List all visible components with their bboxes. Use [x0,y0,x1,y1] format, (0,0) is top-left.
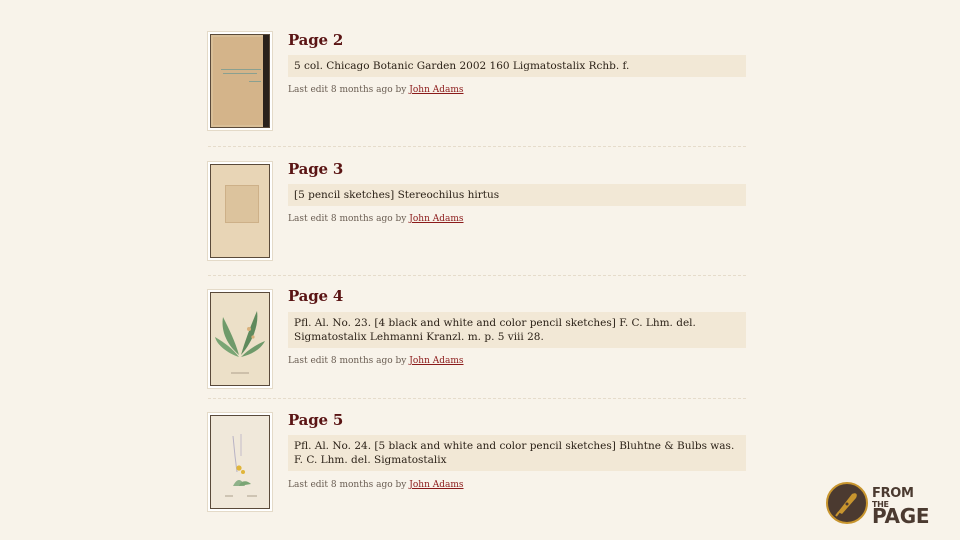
page-thumbnail[interactable] [208,290,272,388]
from-the-page-logo[interactable]: FROM THE PAGE [826,480,946,528]
page-thumbnail[interactable] [208,32,272,130]
logo-text-page: PAGE [872,504,930,528]
page-meta: Last edit 8 months ago by John Adams [288,356,464,366]
page-title[interactable]: Page 4 [288,287,343,305]
author-link[interactable]: John Adams [409,214,463,224]
page-title[interactable]: Page 2 [288,31,343,49]
page-description: Pfl. Al. No. 24. [5 black and white and … [288,435,746,471]
divider [208,275,746,276]
page-thumbnail[interactable] [208,413,272,511]
page-description: Pfl. Al. No. 23. [4 black and white and … [288,312,746,348]
page-description: [5 pencil sketches] Stereochilus hirtus [288,184,746,206]
last-edit-text: Last edit 8 months ago by [288,85,407,95]
page-meta: Last edit 8 months ago by John Adams [288,480,464,490]
page-thumbnail[interactable] [208,162,272,260]
quill-pen-icon [826,482,868,524]
last-edit-text: Last edit 8 months ago by [288,480,407,490]
divider [208,146,746,147]
page-description: 5 col. Chicago Botanic Garden 2002 160 L… [288,55,746,77]
last-edit-text: Last edit 8 months ago by [288,356,407,366]
page-title[interactable]: Page 5 [288,411,343,429]
last-edit-text: Last edit 8 months ago by [288,214,407,224]
author-link[interactable]: John Adams [409,480,463,490]
author-link[interactable]: John Adams [409,85,463,95]
page-meta: Last edit 8 months ago by John Adams [288,214,464,224]
logo-text-from: FROM [872,486,914,501]
divider [208,398,746,399]
page-title[interactable]: Page 3 [288,160,343,178]
author-link[interactable]: John Adams [409,356,463,366]
page-meta: Last edit 8 months ago by John Adams [288,85,464,95]
